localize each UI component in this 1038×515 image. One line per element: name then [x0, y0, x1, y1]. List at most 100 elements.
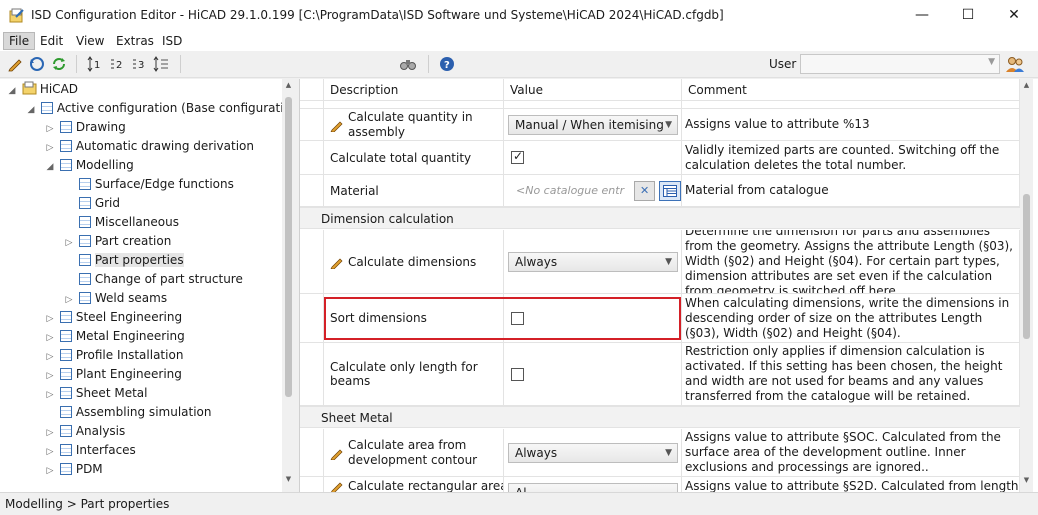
- tree-item-change-of-part-structure[interactable]: Change of part structure: [63, 270, 243, 289]
- table-icon: [78, 216, 91, 228]
- table-icon: [59, 406, 72, 418]
- sort-levels-icon[interactable]: 1: [86, 55, 106, 73]
- refresh-icon[interactable]: [49, 55, 69, 73]
- user-select[interactable]: ▼: [800, 54, 1000, 74]
- tree-item-part-creation[interactable]: ▷ Part creation: [63, 232, 172, 251]
- tree-item-interfaces[interactable]: ▷ Interfaces: [44, 441, 136, 460]
- table-icon: [78, 197, 91, 209]
- menu-extras[interactable]: Extras: [111, 32, 159, 50]
- edit-pencil-icon[interactable]: [5, 55, 25, 73]
- calculate-rectangular-area-select[interactable]: Al: [508, 483, 678, 492]
- table-icon: [59, 444, 72, 456]
- tree-item-hicad[interactable]: ◢ HiCAD: [6, 80, 78, 99]
- column-header-comment[interactable]: Comment: [682, 79, 1020, 101]
- scroll-down-icon[interactable]: ▼: [1020, 476, 1033, 489]
- pencil-icon: [330, 121, 343, 132]
- calculate-quantity-select[interactable]: Manual / When itemising ▼: [508, 114, 678, 135]
- row-calculate-quantity-in-assembly[interactable]: Calculate quantity in assembly: [324, 109, 504, 141]
- chevron-down-icon: ▼: [665, 447, 672, 458]
- scroll-up-icon[interactable]: ▲: [1020, 81, 1033, 94]
- group-sheet-metal[interactable]: Sheet Metal: [300, 406, 1020, 428]
- collapse-arrow-icon[interactable]: ◢: [6, 82, 18, 101]
- row-material[interactable]: Material: [324, 175, 504, 207]
- tree-item-profile-installation[interactable]: ▷ Profile Installation: [44, 346, 184, 365]
- tree-item-pdm[interactable]: ▷ PDM: [44, 460, 103, 479]
- svg-text:2: 2: [116, 60, 122, 71]
- column-header-description[interactable]: Description: [324, 79, 504, 101]
- table-icon: [78, 254, 91, 266]
- grid-scroll-thumb[interactable]: [1023, 194, 1030, 339]
- grid-scrollbar[interactable]: ▲ ▼: [1020, 79, 1033, 492]
- menu-file[interactable]: File: [3, 32, 36, 50]
- window-title: ISD Configuration Editor - HiCAD 29.1.0.…: [31, 8, 724, 22]
- row-calculate-area-from-development-contour[interactable]: Calculate area from development contour: [324, 429, 504, 477]
- app-icon: [9, 8, 24, 23]
- menu-bar: File Edit View Extras ISD: [0, 31, 1038, 51]
- tree-item-active-configuration[interactable]: ◢ Active configuration (Base configurati…: [25, 99, 282, 118]
- column-header-value[interactable]: Value: [504, 79, 682, 101]
- calculate-area-select[interactable]: Always ▼: [508, 442, 678, 463]
- table-icon: [59, 311, 72, 323]
- find-binoculars-icon[interactable]: [398, 55, 418, 73]
- pencil-icon: [331, 482, 343, 492]
- level-3-icon[interactable]: 3: [130, 55, 150, 73]
- tree-item-surface-edge-functions[interactable]: Surface/Edge functions: [63, 175, 234, 194]
- table-icon: [59, 330, 72, 342]
- tree-item-weld-seams[interactable]: ▷ Weld seams: [63, 289, 168, 308]
- group-dimension-calculation[interactable]: Dimension calculation: [300, 207, 1020, 229]
- level-2-icon[interactable]: 2: [108, 55, 128, 73]
- menu-isd[interactable]: ISD: [157, 32, 187, 50]
- scroll-up-icon[interactable]: ▲: [282, 81, 295, 94]
- open-catalogue-button[interactable]: [659, 180, 681, 201]
- row-calculate-dimensions[interactable]: Calculate dimensions: [324, 230, 504, 294]
- minimize-button[interactable]: —: [899, 0, 945, 31]
- tree-item-grid[interactable]: Grid: [63, 194, 120, 213]
- svg-text:3: 3: [138, 60, 144, 71]
- clear-material-button[interactable]: ✕: [633, 180, 656, 201]
- toolbar: 1 2 3 ? User ▼: [0, 51, 1038, 78]
- users-icon[interactable]: [1005, 55, 1025, 73]
- menu-view[interactable]: View: [71, 32, 109, 50]
- help-icon[interactable]: ?: [437, 55, 457, 73]
- tree-item-modelling[interactable]: ◢ Modelling: [44, 156, 134, 175]
- scroll-down-icon[interactable]: ▼: [282, 475, 295, 488]
- tree-item-part-properties[interactable]: Part properties: [63, 251, 184, 270]
- tree-item-plant-engineering[interactable]: ▷ Plant Engineering: [44, 365, 182, 384]
- tree-item-sheet-metal[interactable]: ▷ Sheet Metal: [44, 384, 148, 403]
- toolbar-separator: [180, 55, 181, 73]
- tree-scrollbar[interactable]: ▲ ▼: [282, 79, 295, 492]
- pencil-icon: [330, 258, 343, 269]
- row-calculate-total-quantity[interactable]: Calculate total quantity: [324, 141, 504, 175]
- expand-arrow-icon[interactable]: ▷: [44, 462, 56, 481]
- status-bar: Modelling > Part properties: [0, 492, 1038, 515]
- chevron-down-icon: ▼: [665, 256, 672, 267]
- maximize-button[interactable]: ☐: [945, 0, 991, 31]
- row-calculate-rectangular-area[interactable]: Calculate rectangular area of: [324, 477, 504, 492]
- title-bar: ISD Configuration Editor - HiCAD 29.1.0.…: [0, 0, 1038, 31]
- material-catalogue-field[interactable]: <No catalogue entr: [516, 184, 630, 197]
- expand-all-icon[interactable]: [152, 55, 172, 73]
- collapse-arrow-icon[interactable]: ◢: [44, 158, 56, 177]
- pencil-icon: [330, 449, 343, 460]
- tree-item-drawing[interactable]: ▷ Drawing: [44, 118, 126, 137]
- tree-item-assembling-simulation[interactable]: Assembling simulation: [44, 403, 212, 422]
- calculate-only-length-checkbox[interactable]: [511, 367, 524, 381]
- table-icon: [59, 159, 72, 171]
- close-button[interactable]: ✕: [991, 0, 1037, 31]
- tree-item-analysis[interactable]: ▷ Analysis: [44, 422, 126, 441]
- configuration-tree: ◢ HiCAD ◢ Active configuration (Base con…: [0, 79, 282, 492]
- tree-item-metal-engineering[interactable]: ▷ Metal Engineering: [44, 327, 185, 346]
- tree-item-steel-engineering[interactable]: ▷ Steel Engineering: [44, 308, 183, 327]
- undo-icon[interactable]: [27, 55, 47, 73]
- tree-item-miscellaneous[interactable]: Miscellaneous: [63, 213, 179, 232]
- tree-item-automatic-drawing-derivation[interactable]: ▷ Automatic drawing derivation: [44, 137, 254, 156]
- menu-edit[interactable]: Edit: [35, 32, 68, 50]
- tree-scroll-thumb[interactable]: [285, 97, 292, 397]
- table-icon: [59, 387, 72, 399]
- row-calculate-only-length-for-beams[interactable]: Calculate only length for beams: [324, 343, 504, 406]
- collapse-arrow-icon[interactable]: ◢: [25, 101, 37, 120]
- settings-grid: Description Value Comment Calculate quan…: [299, 79, 1038, 492]
- table-icon: [59, 121, 72, 133]
- calculate-total-quantity-checkbox[interactable]: [511, 149, 524, 164]
- calculate-dimensions-select[interactable]: Always ▼: [508, 251, 678, 272]
